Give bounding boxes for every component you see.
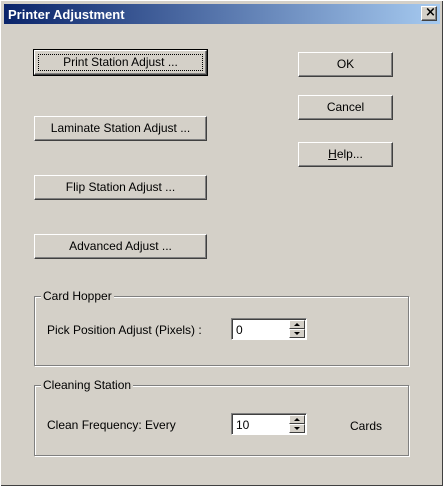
pick-position-increment-button[interactable] (289, 320, 305, 329)
pick-position-spin-buttons (289, 320, 305, 338)
arrow-down-icon (294, 427, 300, 430)
clean-frequency-input[interactable] (234, 416, 284, 433)
printer-adjustment-dialog: Printer Adjustment × Print Station Adjus… (0, 0, 444, 487)
flip-station-adjust-button[interactable]: Flip Station Adjust ... (34, 175, 207, 200)
card-hopper-legend: Card Hopper (41, 289, 114, 303)
pick-position-input[interactable] (234, 321, 284, 338)
close-button[interactable]: × (421, 5, 437, 21)
laminate-station-adjust-button[interactable]: Laminate Station Adjust ... (34, 116, 207, 141)
help-label: elp... (336, 147, 363, 161)
print-station-adjust-button[interactable]: Print Station Adjust ... (33, 49, 208, 76)
arrow-up-icon (294, 323, 300, 326)
flip-station-adjust-label: Flip Station Adjust ... (65, 180, 176, 194)
clean-frequency-decrement-button[interactable] (289, 424, 305, 433)
laminate-station-adjust-label: Laminate Station Adjust ... (50, 121, 191, 135)
pick-position-label: Pick Position Adjust (Pixels) : (47, 323, 202, 337)
clean-frequency-increment-button[interactable] (289, 415, 305, 424)
print-station-adjust-label: Print Station Adjust ... (63, 55, 178, 69)
clean-frequency-label: Clean Frequency: Every (47, 418, 176, 432)
cancel-label: Cancel (326, 100, 365, 114)
arrow-up-icon (294, 418, 300, 421)
pick-position-stepper[interactable] (231, 318, 307, 340)
advanced-adjust-button[interactable]: Advanced Adjust ... (34, 234, 207, 259)
ok-label: OK (336, 57, 355, 71)
advanced-adjust-label: Advanced Adjust ... (69, 239, 172, 253)
window-title: Printer Adjustment (8, 7, 125, 22)
cards-unit-label: Cards (350, 419, 383, 433)
ok-button[interactable]: OK (298, 52, 393, 77)
help-mnemonic: H (328, 147, 337, 161)
close-icon: × (425, 5, 436, 20)
clean-frequency-spin-buttons (289, 415, 305, 433)
title-bar[interactable]: Printer Adjustment × (4, 4, 440, 24)
cleaning-station-legend: Cleaning Station (41, 378, 134, 392)
clean-frequency-stepper[interactable] (231, 413, 307, 435)
cancel-button[interactable]: Cancel (298, 95, 393, 120)
arrow-down-icon (294, 332, 300, 335)
pick-position-decrement-button[interactable] (289, 329, 305, 338)
help-button[interactable]: Help... (298, 142, 393, 167)
